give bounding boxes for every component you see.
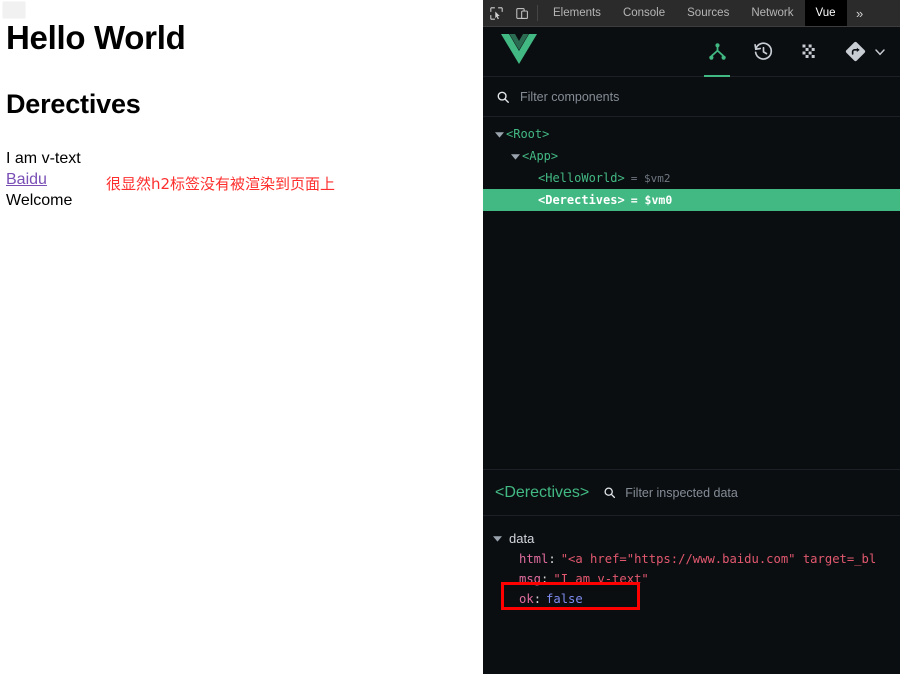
more-tabs-icon[interactable]: »	[847, 0, 873, 26]
tree-row-helloworld[interactable]: <HelloWorld> = $vm2	[483, 167, 900, 189]
search-icon	[496, 90, 510, 104]
page-text-welcome: Welcome	[6, 192, 73, 209]
rendered-webpage: Hello World Derectives I am v-text Baidu…	[0, 0, 483, 674]
tab-vue[interactable]: Vue	[804, 0, 847, 26]
tree-item-vm: = $vm0	[630, 193, 673, 207]
routes-diamond-icon[interactable]	[832, 27, 878, 77]
devtools-panel: Elements Console Sources Network Vue » F…	[483, 0, 900, 674]
tab-sources[interactable]: Sources	[676, 0, 740, 26]
tree-row-root[interactable]: <Root>	[483, 123, 900, 145]
data-group-toggle[interactable]: data	[483, 527, 900, 549]
data-row-ok[interactable]: ok: false	[483, 589, 900, 609]
tree-item-label: <Root>	[506, 127, 550, 141]
devtools-tabstrip: Elements Console Sources Network Vue »	[483, 0, 900, 27]
data-colon: :	[541, 572, 549, 586]
tree-row-app[interactable]: <App>	[483, 145, 900, 167]
vue-header-icon-group	[694, 27, 900, 77]
data-key: msg	[519, 572, 542, 586]
page-corner-artifact	[2, 1, 26, 19]
tab-elements[interactable]: Elements	[542, 0, 612, 26]
chevron-down-icon[interactable]	[491, 532, 504, 545]
data-value: "<a href="https://www.baidu.com" target=…	[560, 552, 877, 566]
page-annotation-note: 很显然h2标签没有被渲染到页面上	[106, 175, 336, 193]
inspected-component-name: <Derectives>	[495, 483, 590, 501]
page-text-v-text: I am v-text	[6, 150, 81, 167]
data-key: html	[519, 552, 549, 566]
tree-row-derectives[interactable]: <Derectives> = $vm0	[483, 189, 900, 211]
tab-network[interactable]: Network	[740, 0, 804, 26]
inspected-data-panel: data html: "<a href="https://www.baidu.co…	[483, 516, 900, 646]
data-colon: :	[533, 592, 542, 606]
data-colon: :	[548, 552, 556, 566]
timeline-history-icon[interactable]	[740, 27, 786, 77]
chevron-down-icon[interactable]	[509, 150, 522, 163]
data-row-html[interactable]: html: "<a href="https://www.baidu.com" ta…	[483, 549, 900, 569]
chevron-down-icon[interactable]	[493, 128, 506, 141]
data-row-msg[interactable]: msg: "I am v-text"	[483, 569, 900, 589]
vue-logo[interactable]	[499, 32, 539, 71]
tree-item-label: <Derectives>	[538, 193, 625, 207]
filter-inspected-data-input[interactable]	[625, 485, 866, 500]
components-tree-icon[interactable]	[694, 27, 740, 77]
data-value: false	[546, 592, 583, 606]
page-title-hello-world: Hello World	[6, 19, 186, 56]
vuex-dots-icon[interactable]	[786, 27, 832, 77]
filter-components-input[interactable]	[520, 89, 820, 104]
filter-components-bar	[483, 77, 900, 117]
search-icon	[603, 486, 616, 499]
inspect-element-icon[interactable]	[483, 0, 509, 26]
vue-panel-header	[483, 27, 900, 77]
page-subtitle-derectives: Derectives	[6, 89, 141, 119]
screenshot-root: Hello World Derectives I am v-text Baidu…	[0, 0, 900, 674]
page-link-baidu[interactable]: Baidu	[6, 170, 47, 190]
data-group-label: data	[509, 530, 535, 546]
tree-item-vm: = $vm2	[630, 171, 671, 185]
component-tree: <Root> <App> <HelloWorld> = $vm2 <Derect…	[483, 117, 900, 469]
toolbar-divider	[537, 5, 538, 21]
data-key: ok	[519, 592, 534, 606]
tree-item-label: <HelloWorld>	[538, 171, 625, 185]
inspector-header: <Derectives>	[483, 469, 900, 516]
tree-item-label: <App>	[522, 149, 559, 163]
data-value: "I am v-text"	[553, 572, 649, 586]
device-toolbar-icon[interactable]	[509, 0, 535, 26]
tab-console[interactable]: Console	[612, 0, 676, 26]
